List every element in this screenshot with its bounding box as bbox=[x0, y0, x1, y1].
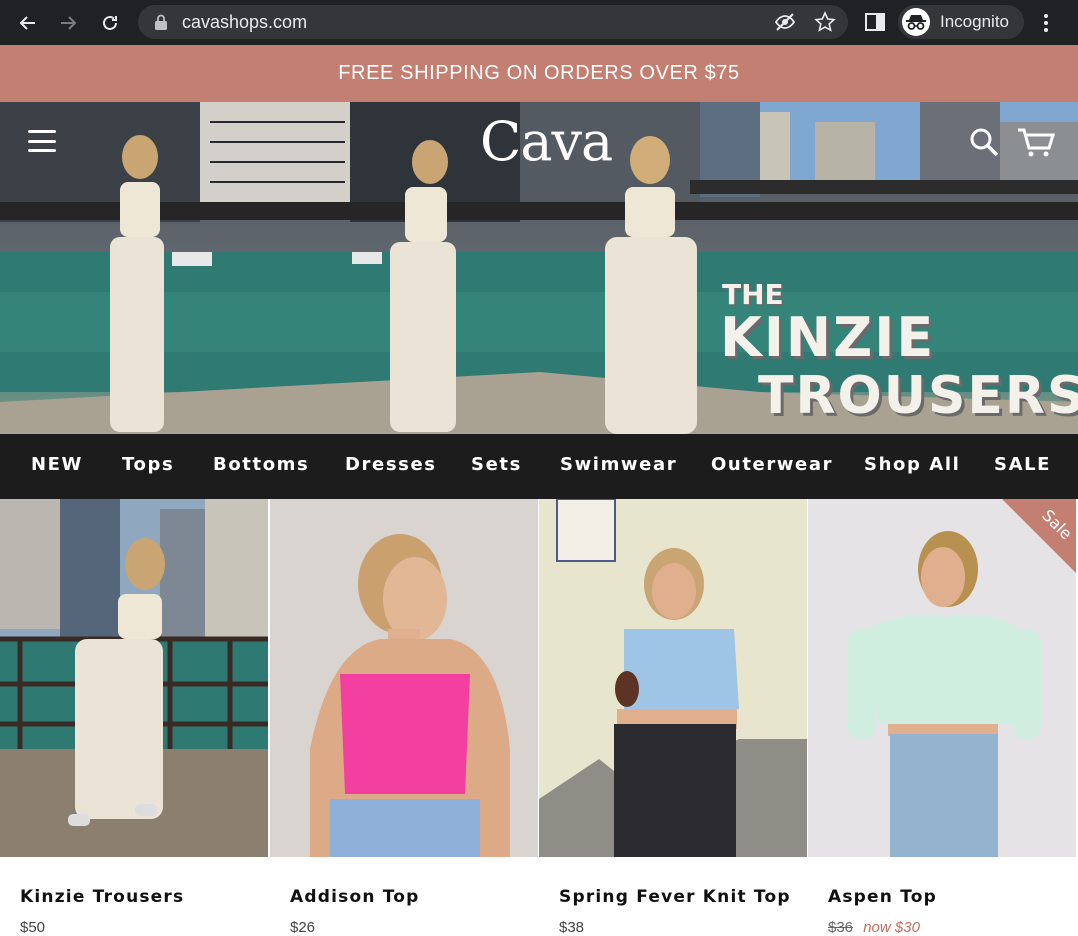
product-image[interactable] bbox=[539, 499, 807, 857]
product-name[interactable]: Addison Top bbox=[290, 887, 420, 907]
product-price: $50 bbox=[20, 919, 46, 936]
incognito-label: Incognito bbox=[940, 12, 1009, 31]
product-image[interactable] bbox=[270, 499, 538, 857]
side-panel-icon[interactable] bbox=[864, 11, 886, 33]
back-button[interactable] bbox=[8, 0, 48, 45]
hamburger-menu-icon[interactable] bbox=[28, 130, 56, 152]
browser-toolbar: cavashops.com Incognito bbox=[0, 0, 1078, 45]
address-bar[interactable]: cavashops.com bbox=[138, 5, 848, 39]
search-icon[interactable] bbox=[968, 126, 1000, 158]
product-grid: Kinzie Trousers $50 Addison Top $26 Spri… bbox=[0, 499, 1078, 936]
original-price: $36 bbox=[828, 919, 854, 936]
incognito-icon bbox=[902, 8, 930, 36]
nav-item-bottoms[interactable]: Bottoms bbox=[213, 454, 309, 475]
nav-item-tops[interactable]: Tops bbox=[122, 454, 174, 475]
sale-price: now $30 bbox=[863, 919, 920, 936]
browser-menu-icon[interactable] bbox=[1034, 11, 1058, 35]
cart-icon[interactable] bbox=[1016, 126, 1056, 158]
arrow-right-icon bbox=[61, 15, 77, 30]
nav-item-shop-all[interactable]: Shop All bbox=[864, 454, 960, 475]
eye-off-icon[interactable] bbox=[774, 11, 796, 33]
hero-banner[interactable]: Cava THE KINZIE TROUSERS bbox=[0, 102, 1078, 434]
product-name[interactable]: Kinzie Trousers bbox=[20, 887, 184, 907]
promo-text: FREE SHIPPING ON ORDERS OVER $75 bbox=[338, 62, 740, 84]
promo-banner: FREE SHIPPING ON ORDERS OVER $75 bbox=[0, 45, 1078, 102]
product-price: $38 bbox=[559, 919, 585, 936]
product-card[interactable]: Spring Fever Knit Top $38 bbox=[539, 499, 807, 936]
nav-item-outerwear[interactable]: Outerwear bbox=[711, 454, 833, 475]
sale-badge: Sale bbox=[1002, 499, 1076, 573]
nav-item-sets[interactable]: Sets bbox=[471, 454, 522, 475]
product-card[interactable]: Kinzie Trousers $50 bbox=[0, 499, 268, 936]
product-name[interactable]: Spring Fever Knit Top bbox=[559, 887, 791, 907]
product-card[interactable]: Addison Top $26 bbox=[270, 499, 538, 936]
nav-item-swimwear[interactable]: Swimwear bbox=[560, 454, 677, 475]
hero-headline-trousers: TROUSERS bbox=[758, 366, 1078, 426]
arrow-left-icon bbox=[19, 15, 35, 30]
site-logo[interactable]: Cava bbox=[480, 110, 613, 173]
category-nav: NEW Tops Bottoms Dresses Sets Swimwear O… bbox=[0, 434, 1078, 499]
incognito-profile-button[interactable]: Incognito bbox=[898, 5, 1024, 39]
lock-icon bbox=[155, 14, 167, 30]
nav-item-dresses[interactable]: Dresses bbox=[345, 454, 437, 475]
forward-button[interactable] bbox=[48, 0, 88, 45]
product-price: $36 now $30 bbox=[828, 919, 920, 936]
star-icon[interactable] bbox=[814, 11, 836, 33]
url-text: cavashops.com bbox=[182, 11, 308, 32]
product-image[interactable] bbox=[0, 499, 268, 857]
reload-button[interactable] bbox=[90, 0, 130, 45]
hero-headline-kinzie: KINZIE bbox=[720, 306, 936, 369]
product-name[interactable]: Aspen Top bbox=[828, 887, 937, 907]
reload-icon bbox=[103, 15, 117, 30]
nav-item-new[interactable]: NEW bbox=[31, 454, 83, 475]
product-card[interactable]: Sale Aspen Top $36 now $30 bbox=[808, 499, 1076, 936]
nav-item-sale[interactable]: SALE bbox=[994, 454, 1051, 475]
product-price: $26 bbox=[290, 919, 316, 936]
